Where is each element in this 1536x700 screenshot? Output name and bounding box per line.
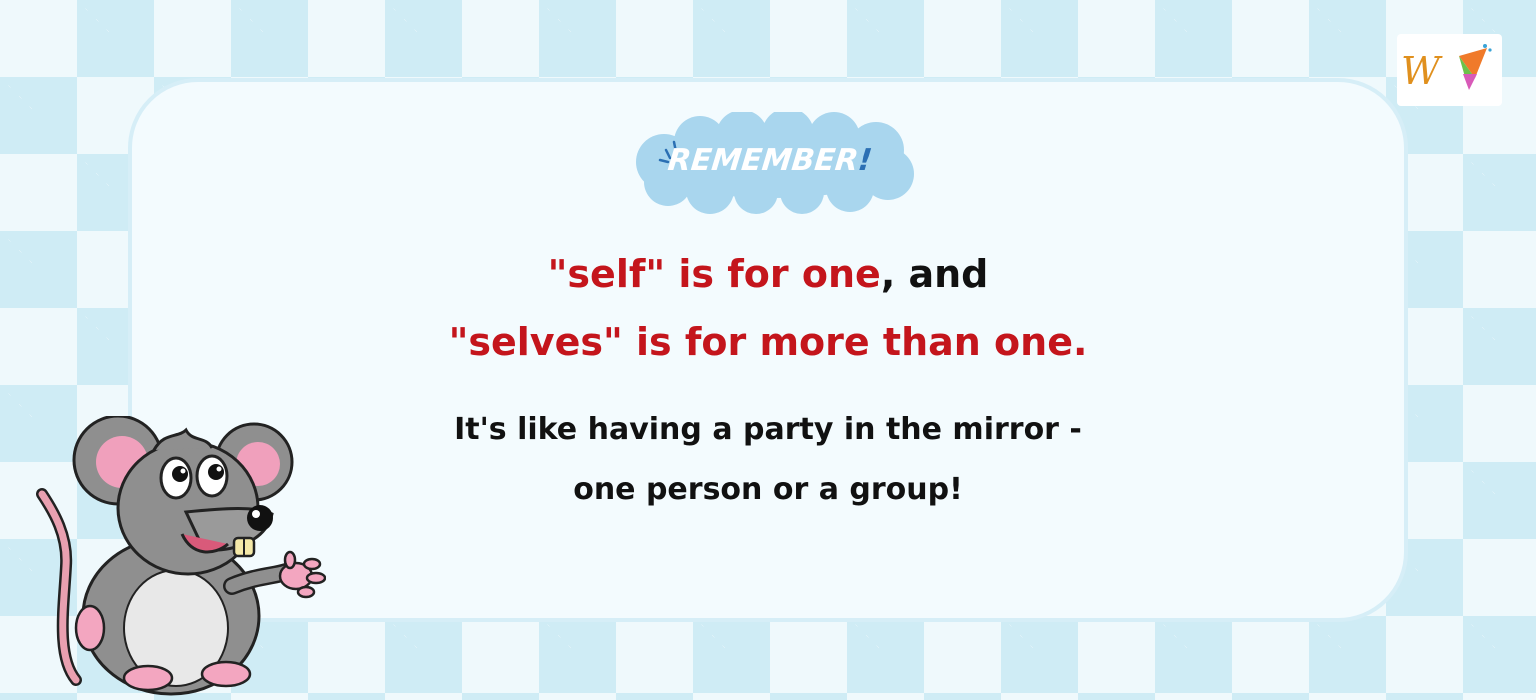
logo-letter: W: [1401, 49, 1443, 93]
rule-connector: , and: [880, 252, 989, 296]
rule-line-2: "selves" is for more than one.: [0, 320, 1536, 364]
brand-logo: W: [1397, 34, 1502, 106]
rule-line-1: "self" is for one, and: [0, 252, 1536, 296]
selves-rule: "selves" is for more than one.: [448, 320, 1088, 364]
mouse-illustration: [36, 416, 326, 696]
self-rule: "self" is for one: [547, 252, 881, 296]
remember-title: REMEMBER!: [666, 143, 874, 178]
